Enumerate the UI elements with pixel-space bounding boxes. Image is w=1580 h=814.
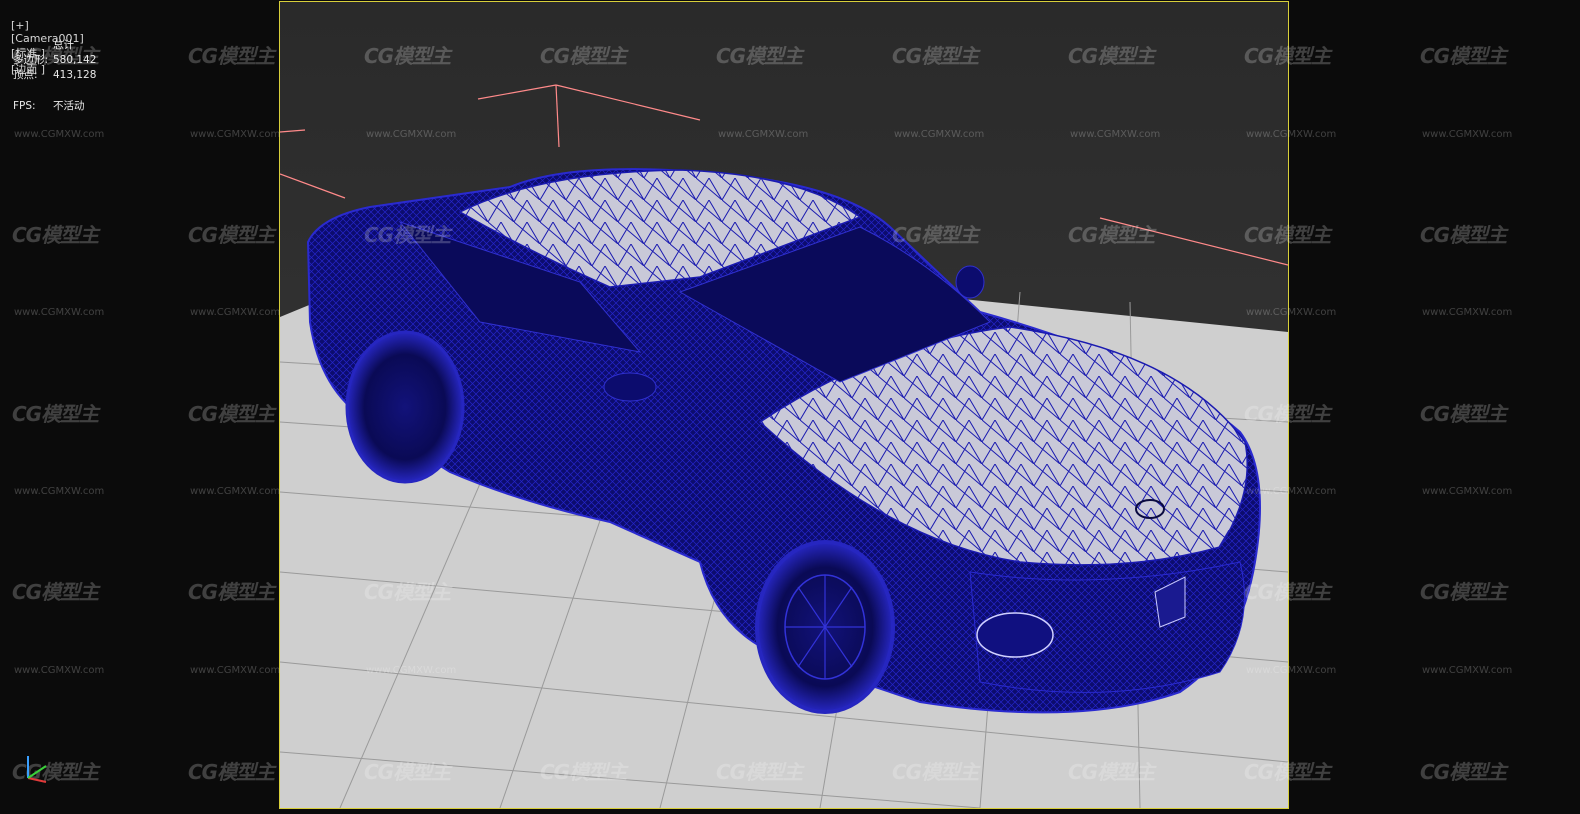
watermark-url: www.CGMXW.com <box>190 307 281 318</box>
scene-render <box>280 2 1288 808</box>
viewport-statistics: 总计 多边形: 580,142 顶点: 413,128 FPS: 不活动 <box>13 38 96 114</box>
watermark-logo: CG模型主 <box>188 760 275 784</box>
stats-fps-row: FPS: 不活动 <box>13 99 96 114</box>
camera-viewport[interactable] <box>279 1 1289 809</box>
watermark-url: www.CGMXW.com <box>14 307 105 318</box>
fps-value: 不活动 <box>53 100 85 112</box>
axis-gizmo-icon <box>27 756 47 783</box>
watermark-url: www.CGMXW.com <box>1422 129 1513 140</box>
watermark-url: www.CGMXW.com <box>190 129 281 140</box>
stats-vertices-row: 顶点: 413,128 <box>13 68 96 83</box>
watermark-url: www.CGMXW.com <box>14 665 105 676</box>
watermark-logo: CG模型主 <box>188 580 275 604</box>
watermark-logo: CG模型主 <box>188 402 275 426</box>
polygons-label: 多边形: <box>13 54 49 66</box>
watermark-url: www.CGMXW.com <box>14 486 105 497</box>
watermark-url: www.CGMXW.com <box>1422 307 1513 318</box>
watermark-logo: CG模型主 <box>1420 223 1507 247</box>
vertices-label: 顶点: <box>13 69 38 81</box>
watermark-logo: CG模型主 <box>188 223 275 247</box>
stats-polygons-row: 多边形: 580,142 <box>13 53 96 68</box>
fps-label: FPS: <box>13 100 36 112</box>
watermark-logo: CG模型主 <box>12 223 99 247</box>
watermark-logo: CG模型主 <box>1420 580 1507 604</box>
viewport-plus-menu[interactable]: [+] <box>11 19 29 32</box>
watermark-logo: CG模型主 <box>1420 44 1507 68</box>
watermark-logo: CG模型主 <box>12 580 99 604</box>
watermark-logo: CG模型主 <box>12 402 99 426</box>
vertices-value: 413,128 <box>53 69 97 81</box>
watermark-url: www.CGMXW.com <box>14 129 105 140</box>
polygons-value: 580,142 <box>53 54 97 66</box>
watermark-logo: CG模型主 <box>1420 760 1507 784</box>
watermark-url: www.CGMXW.com <box>190 665 281 676</box>
watermark-url: www.CGMXW.com <box>190 486 281 497</box>
watermark-logo: CG模型主 <box>188 44 275 68</box>
stats-header: 总计 <box>53 39 74 51</box>
watermark-url: www.CGMXW.com <box>1422 665 1513 676</box>
watermark-logo: CG模型主 <box>1420 402 1507 426</box>
watermark-url: www.CGMXW.com <box>1422 486 1513 497</box>
